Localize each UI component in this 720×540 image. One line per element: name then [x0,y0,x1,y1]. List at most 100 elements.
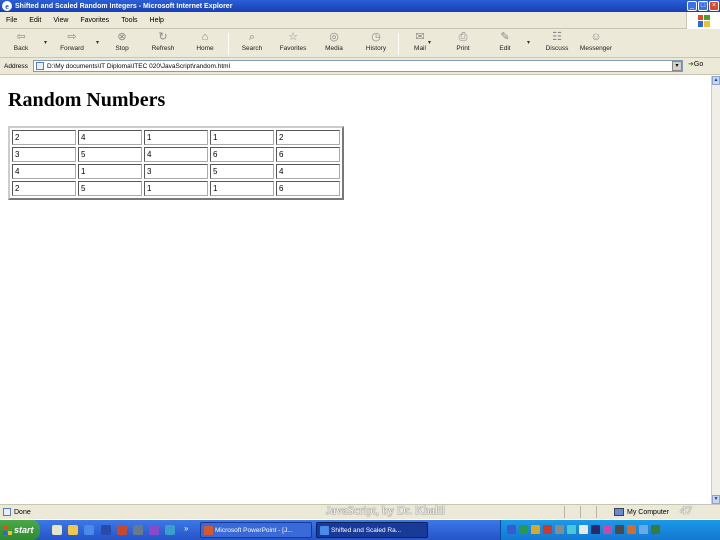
tray-antivirus-icon[interactable] [519,525,528,534]
table-cell: 6 [276,181,340,196]
app-icon[interactable] [133,525,143,535]
stop-label: Stop [115,45,129,52]
mail-dropdown-icon[interactable]: ▾ [428,39,431,46]
page-icon [36,62,44,70]
search-button[interactable]: ⌕ Search [236,31,268,52]
go-button[interactable]: ➜Go [688,60,703,68]
discuss-label: Discuss [545,45,569,52]
quicklaunch-chevron-icon[interactable]: » [184,524,188,533]
home-label: Home [196,45,214,52]
menu-favorites[interactable]: Favorites [74,17,115,24]
status-pane-divider [596,506,597,518]
table-cell: 6 [210,147,274,162]
toolbar: ⇦ Back ▾ ⇨ Forward ▾ ⊗ Stop ↻ Refresh ⌂ … [0,29,720,58]
tray-network-icon[interactable] [507,525,516,534]
print-button[interactable]: ⎙ Print [450,31,476,52]
media-button[interactable]: ◎ Media [320,31,348,52]
start-button[interactable]: start [0,520,40,540]
table-cell: 1 [210,130,274,145]
edit-button[interactable]: ✎ Edit [492,31,518,52]
edit-icon: ✎ [500,31,510,43]
show-desktop-icon[interactable] [52,525,62,535]
stop-button[interactable]: ⊗ Stop [108,31,136,52]
history-button[interactable]: ◷ History [360,31,392,52]
address-label: Address [4,62,28,70]
powerpoint-icon[interactable] [117,525,127,535]
address-input[interactable]: D:\My documents\IT Diploma\ITEC 020\Java… [33,60,683,72]
print-label: Print [456,45,470,52]
address-dropdown-icon[interactable]: ▾ [672,61,682,71]
ie-quicklaunch-icon[interactable] [84,525,94,535]
menu-tools[interactable]: Tools [115,17,143,24]
status-done: Done [3,508,31,516]
back-arrow-icon: ⇦ [16,31,26,43]
favorites-button[interactable]: ☆ Favorites [274,31,312,52]
table-cell: 1 [144,130,208,145]
vertical-scrollbar[interactable]: ▲ ▼ [711,76,720,504]
messenger-label: Messenger [579,45,613,52]
edit-dropdown-icon[interactable]: ▾ [527,39,530,46]
folder-icon[interactable] [68,525,78,535]
taskbar-item-ie[interactable]: Shifted and Scaled Ra... [316,522,428,538]
messenger-icon: ☺ [590,31,602,43]
tray-connection-icon[interactable] [639,525,648,534]
address-bar: Address D:\My documents\IT Diploma\ITEC … [0,58,720,75]
table-row: 24112 [12,130,340,145]
tray-volume-icon[interactable] [579,525,588,534]
messenger-button[interactable]: ☺ Messenger [576,31,616,52]
printer-icon: ⎙ [458,31,468,43]
back-button[interactable]: ⇦ Back [8,31,34,52]
tray-printer-icon[interactable] [555,525,564,534]
scroll-up-icon[interactable]: ▲ [712,76,720,85]
table-cell: 1 [78,164,142,179]
discuss-button[interactable]: ☷ Discuss [540,31,574,52]
forward-button[interactable]: ⇨ Forward [54,31,90,52]
word-icon[interactable] [101,525,111,535]
menu-file[interactable]: File [0,17,23,24]
scroll-down-icon[interactable]: ▼ [712,495,720,504]
menu-view[interactable]: View [47,17,74,24]
menu-help[interactable]: Help [144,17,170,24]
tray-keyboard-icon[interactable] [615,525,624,534]
slide-number: 47 [680,503,692,517]
window-title: Shifted and Scaled Random Integers - Mic… [15,2,233,10]
table-cell: 3 [12,147,76,162]
page-status-icon [3,508,11,516]
maximize-button[interactable]: □ [698,1,708,11]
back-dropdown-icon[interactable]: ▾ [44,39,47,46]
ie-task-icon [320,526,329,535]
edit-label: Edit [499,45,511,52]
menu-edit[interactable]: Edit [23,17,47,24]
status-pane-divider [564,506,565,518]
tray-display-icon[interactable] [591,525,600,534]
task-label: Shifted and Scaled Ra... [331,526,402,534]
media-icon: ◎ [329,31,339,43]
table-cell: 4 [12,164,76,179]
tray-messenger-icon[interactable] [567,525,576,534]
table-row: 25116 [12,181,340,196]
table-cell: 2 [276,130,340,145]
home-button[interactable]: ⌂ Home [191,31,219,52]
slide-footer: JavaScript, by Dr. Khalil [326,503,445,517]
windows-logo [686,12,720,29]
tray-battery-icon[interactable] [651,525,660,534]
tray-security-icon[interactable] [543,525,552,534]
minimize-button[interactable]: _ [687,1,697,11]
status-done-label: Done [14,508,31,516]
messenger-quicklaunch-icon[interactable] [165,525,175,535]
search-icon: ⌕ [248,31,256,43]
table-cell: 6 [276,147,340,162]
media-player-icon[interactable] [149,525,159,535]
close-button[interactable]: × [709,1,719,11]
address-url: D:\My documents\IT Diploma\ITEC 020\Java… [47,62,231,70]
tray-media-icon[interactable] [603,525,612,534]
mail-label: Mail [414,45,426,52]
tray-update-icon[interactable] [627,525,636,534]
refresh-button[interactable]: ↻ Refresh [146,31,180,52]
tray-app-icon[interactable] [531,525,540,534]
table-cell: 2 [12,130,76,145]
computer-icon [614,508,624,516]
taskbar-item-powerpoint[interactable]: Microsoft PowerPoint - [J... [200,522,312,538]
forward-dropdown-icon[interactable]: ▾ [96,39,99,46]
search-label: Search [241,45,263,52]
